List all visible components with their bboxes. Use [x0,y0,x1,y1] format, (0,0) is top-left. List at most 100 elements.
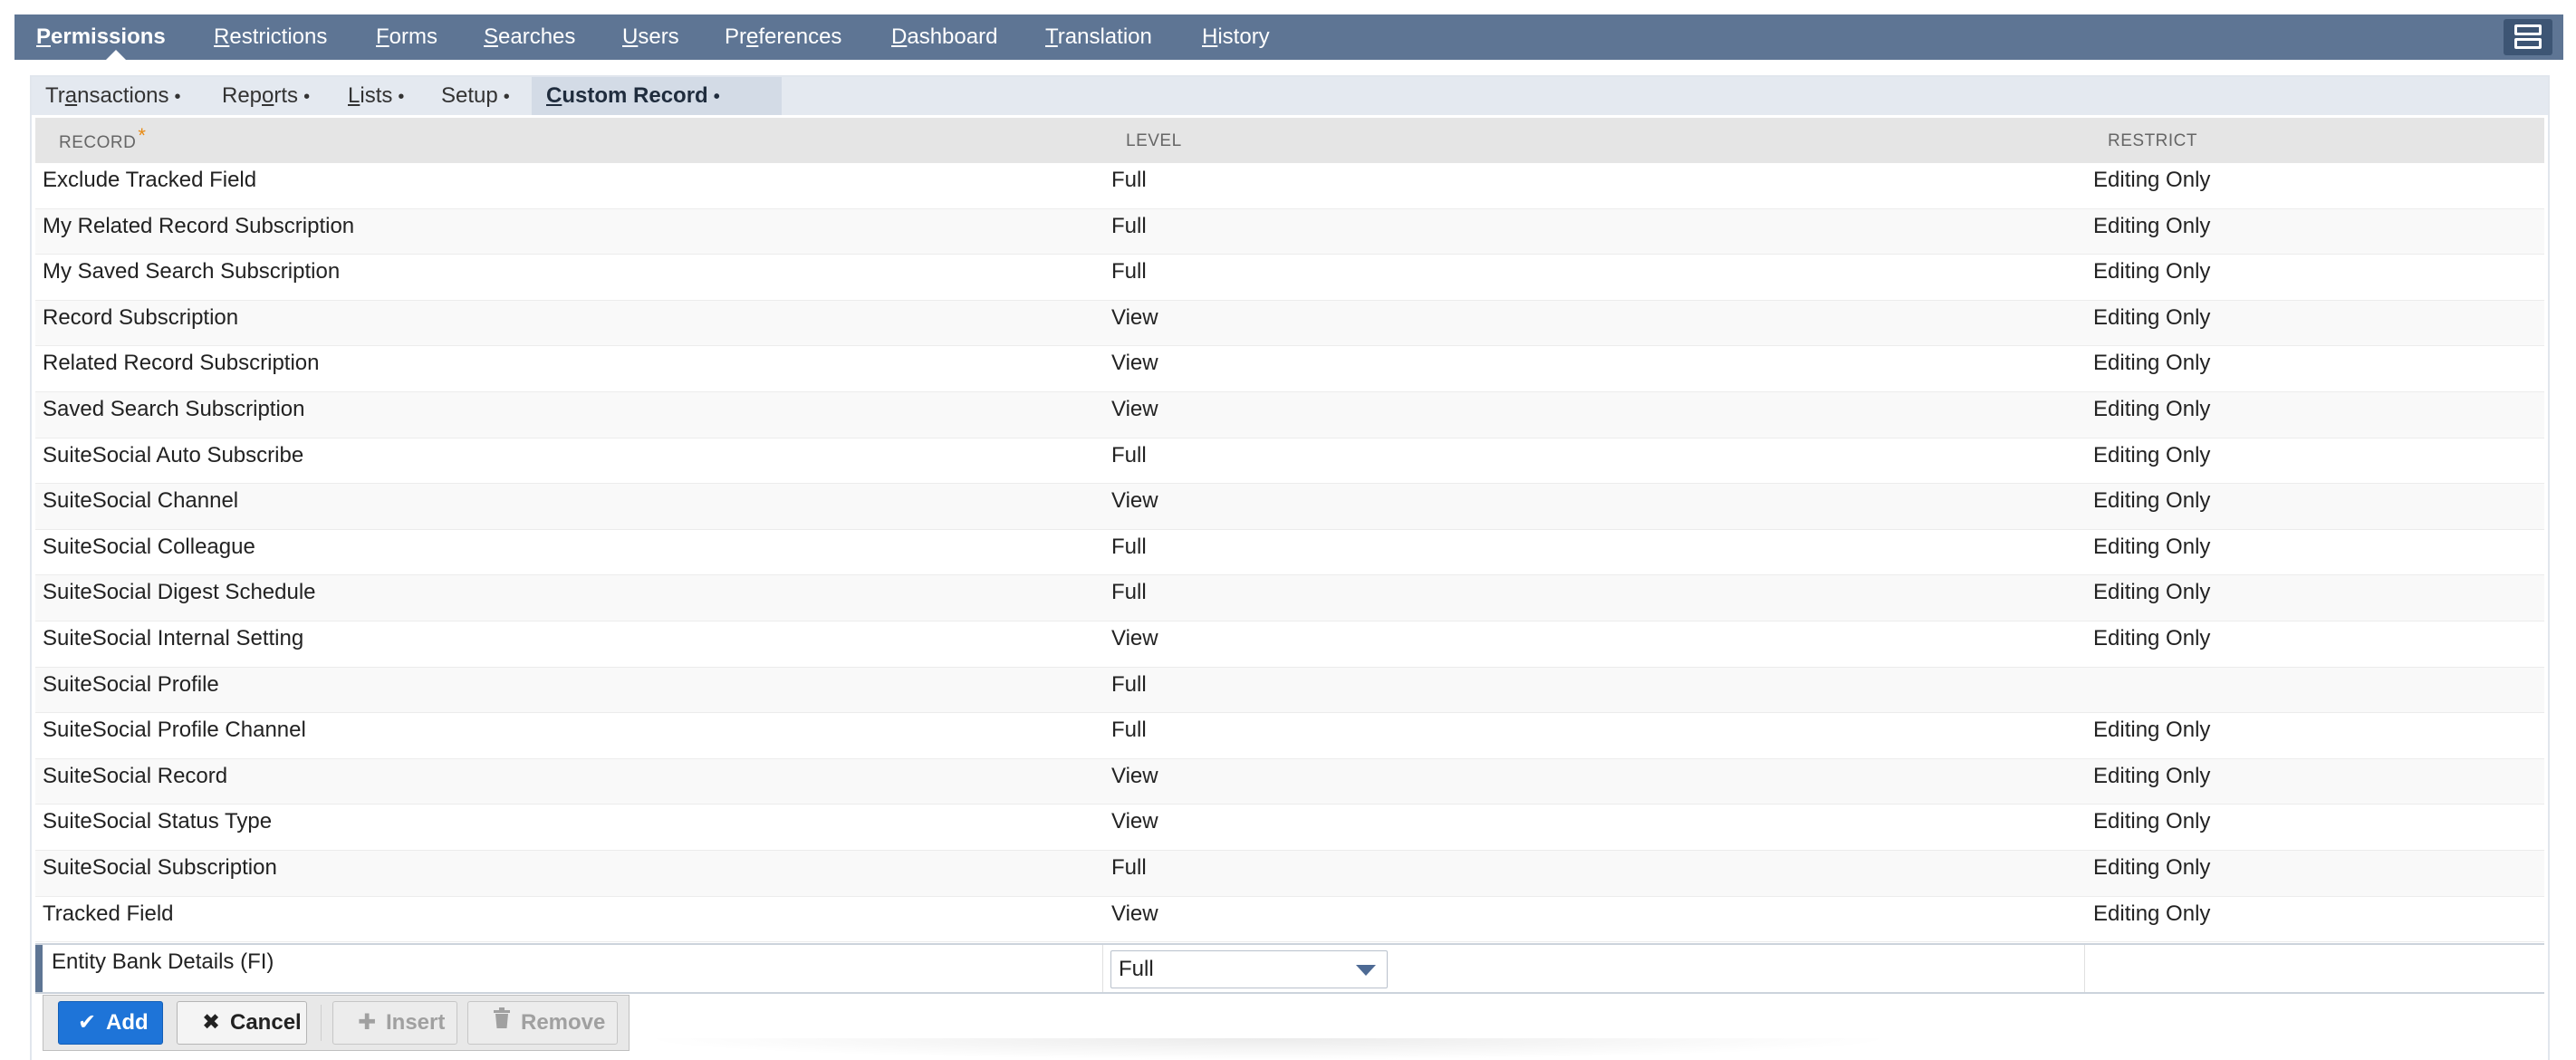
restrict-cell: Editing Only [2093,901,2211,926]
table-row[interactable]: SuiteSocial Subscription Full Editing Only [35,851,2544,897]
restrict-cell: Editing Only [2093,809,2211,834]
add-button[interactable]: ✔ Add [58,1001,163,1045]
row-action-bar: ✔ Add ✖ Cancel ✚ Insert Remove [43,995,630,1051]
level-cell: View [1111,351,1158,376]
insert-button[interactable]: ✚ Insert [332,1001,457,1045]
level-cell: Full [1111,168,1147,192]
record-cell: My Saved Search Subscription [43,259,341,284]
table-row[interactable]: SuiteSocial Record View Editing Only [35,758,2544,805]
edit-row-indicator [35,945,43,992]
restrict-cell: Editing Only [2093,534,2211,559]
close-icon: ✖ [201,1010,221,1035]
table-row[interactable]: Tracked Field View Editing Only [35,897,2544,943]
restrict-cell: Editing Only [2093,304,2211,330]
chevron-down-icon [1356,965,1376,976]
level-select[interactable]: Full [1110,950,1388,988]
subtab-lists[interactable]: Lists • [348,77,404,115]
check-icon: ✔ [77,1010,97,1035]
level-cell: View [1111,304,1158,330]
level-select-value: Full [1119,957,1154,981]
record-cell: SuiteSocial Internal Setting [43,626,304,650]
record-cell: SuiteSocial Auto Subscribe [43,442,304,467]
edit-row-record[interactable]: Entity Bank Details (FI) [52,949,274,976]
record-cell: SuiteSocial Channel [43,488,239,514]
tab-translation[interactable]: Translation [1045,14,1152,60]
tab-searches[interactable]: Searches [484,14,575,60]
subtab-reports[interactable]: Reports • [222,77,310,115]
level-cell: Full [1111,259,1147,284]
restrict-cell: Editing Only [2093,626,2211,650]
restrict-cell: Editing Only [2093,397,2211,421]
record-cell: SuiteSocial Record [43,763,228,788]
level-cell: Full [1111,718,1147,743]
restrict-cell: Editing Only [2093,168,2211,192]
trash-icon [490,1002,514,1044]
record-cell: SuiteSocial Subscription [43,855,277,880]
column-header-restrict[interactable]: RESTRICT [2108,130,2197,152]
cancel-button[interactable]: ✖ Cancel [177,1001,307,1045]
plus-icon: ✚ [357,1010,377,1035]
column-divider [1102,945,1103,992]
tab-dashboard[interactable]: Dashboard [891,14,997,60]
level-cell: Full [1111,213,1147,238]
tab-forms[interactable]: Forms [376,14,437,60]
table-row[interactable]: SuiteSocial Profile Channel Full Editing O… [35,713,2544,759]
subtab-setup[interactable]: Setup • [441,77,510,115]
restrict-cell: Editing Only [2093,580,2211,605]
table-row[interactable]: SuiteSocial Internal Setting View Editing … [35,622,2544,668]
layout-toggle-icon [2514,24,2542,35]
active-tab-caret [105,50,127,61]
table-row[interactable]: Record Subscription View Editing Only [35,300,2544,347]
column-header-level[interactable]: LEVEL [1126,130,1182,152]
record-cell: Related Record Subscription [43,351,320,376]
edit-row[interactable]: Entity Bank Details (FI) Full [35,943,2544,994]
level-cell: Full [1111,855,1147,880]
top-nav: Permissions Restrictions Forms Searches … [14,14,2563,61]
tab-restrictions[interactable]: Restrictions [214,14,327,60]
record-cell: Exclude Tracked Field [43,168,257,192]
table-row[interactable]: SuiteSocial Channel View Editing Only [35,484,2544,530]
remove-button[interactable]: Remove [467,1001,618,1045]
record-cell: Tracked Field [43,901,174,926]
tab-history[interactable]: History [1202,14,1270,60]
tab-users[interactable]: Users [622,14,679,60]
level-cell: View [1111,488,1158,514]
table-header: RECORD* LEVEL RESTRICT [35,118,2544,163]
subtab-transactions[interactable]: Transactions • [45,77,181,115]
restrict-cell: Editing Only [2093,488,2211,514]
record-cell: SuiteSocial Status Type [43,809,273,834]
restrict-cell: Editing Only [2093,259,2211,284]
record-cell: Record Subscription [43,304,239,330]
record-cell: SuiteSocial Profile [43,671,219,697]
table-row[interactable]: SuiteSocial Auto Subscribe Full Editing On… [35,438,2544,485]
table-row[interactable]: Saved Search Subscription View Editing Onl… [35,392,2544,438]
record-cell: SuiteSocial Digest Schedule [43,580,316,605]
level-cell: Full [1111,580,1147,605]
level-cell: View [1111,763,1158,788]
subtab-bar: Transactions • Reports • Lists • Setup • Cus… [32,77,2548,115]
table-row[interactable]: SuiteSocial Status Type View Editing Only [35,805,2544,851]
table-row[interactable]: Exclude Tracked Field Full Editing Only [35,163,2544,209]
button-separator [321,1005,322,1041]
table-row[interactable]: My Related Record Subscription Full Editin… [35,208,2544,255]
level-cell: Full [1111,671,1147,697]
restrict-cell: Editing Only [2093,855,2211,880]
tab-permissions[interactable]: Permissions [36,14,166,60]
table-row[interactable]: SuiteSocial Profile Full [35,667,2544,714]
table-row[interactable]: My Saved Search Subscription Full Editing … [35,255,2544,301]
required-mark: * [138,124,147,147]
table-row[interactable]: SuiteSocial Colleague Full Editing Only [35,530,2544,576]
level-cell: View [1111,809,1158,834]
level-cell: View [1111,901,1158,926]
level-cell: Full [1111,442,1147,467]
restrict-cell: Editing Only [2093,442,2211,467]
level-cell: View [1111,397,1158,421]
tab-preferences[interactable]: Preferences [725,14,841,60]
level-cell: View [1111,626,1158,650]
record-cell: SuiteSocial Profile Channel [43,718,306,743]
table-row[interactable]: SuiteSocial Digest Schedule Full Editing O… [35,575,2544,622]
table-row[interactable]: Related Record Subscription View Editing O… [35,346,2544,392]
layout-toggle-button[interactable] [2504,19,2552,55]
subtab-custom-record[interactable]: Custom Record • [532,77,782,115]
column-header-record[interactable]: RECORD* [59,125,146,154]
